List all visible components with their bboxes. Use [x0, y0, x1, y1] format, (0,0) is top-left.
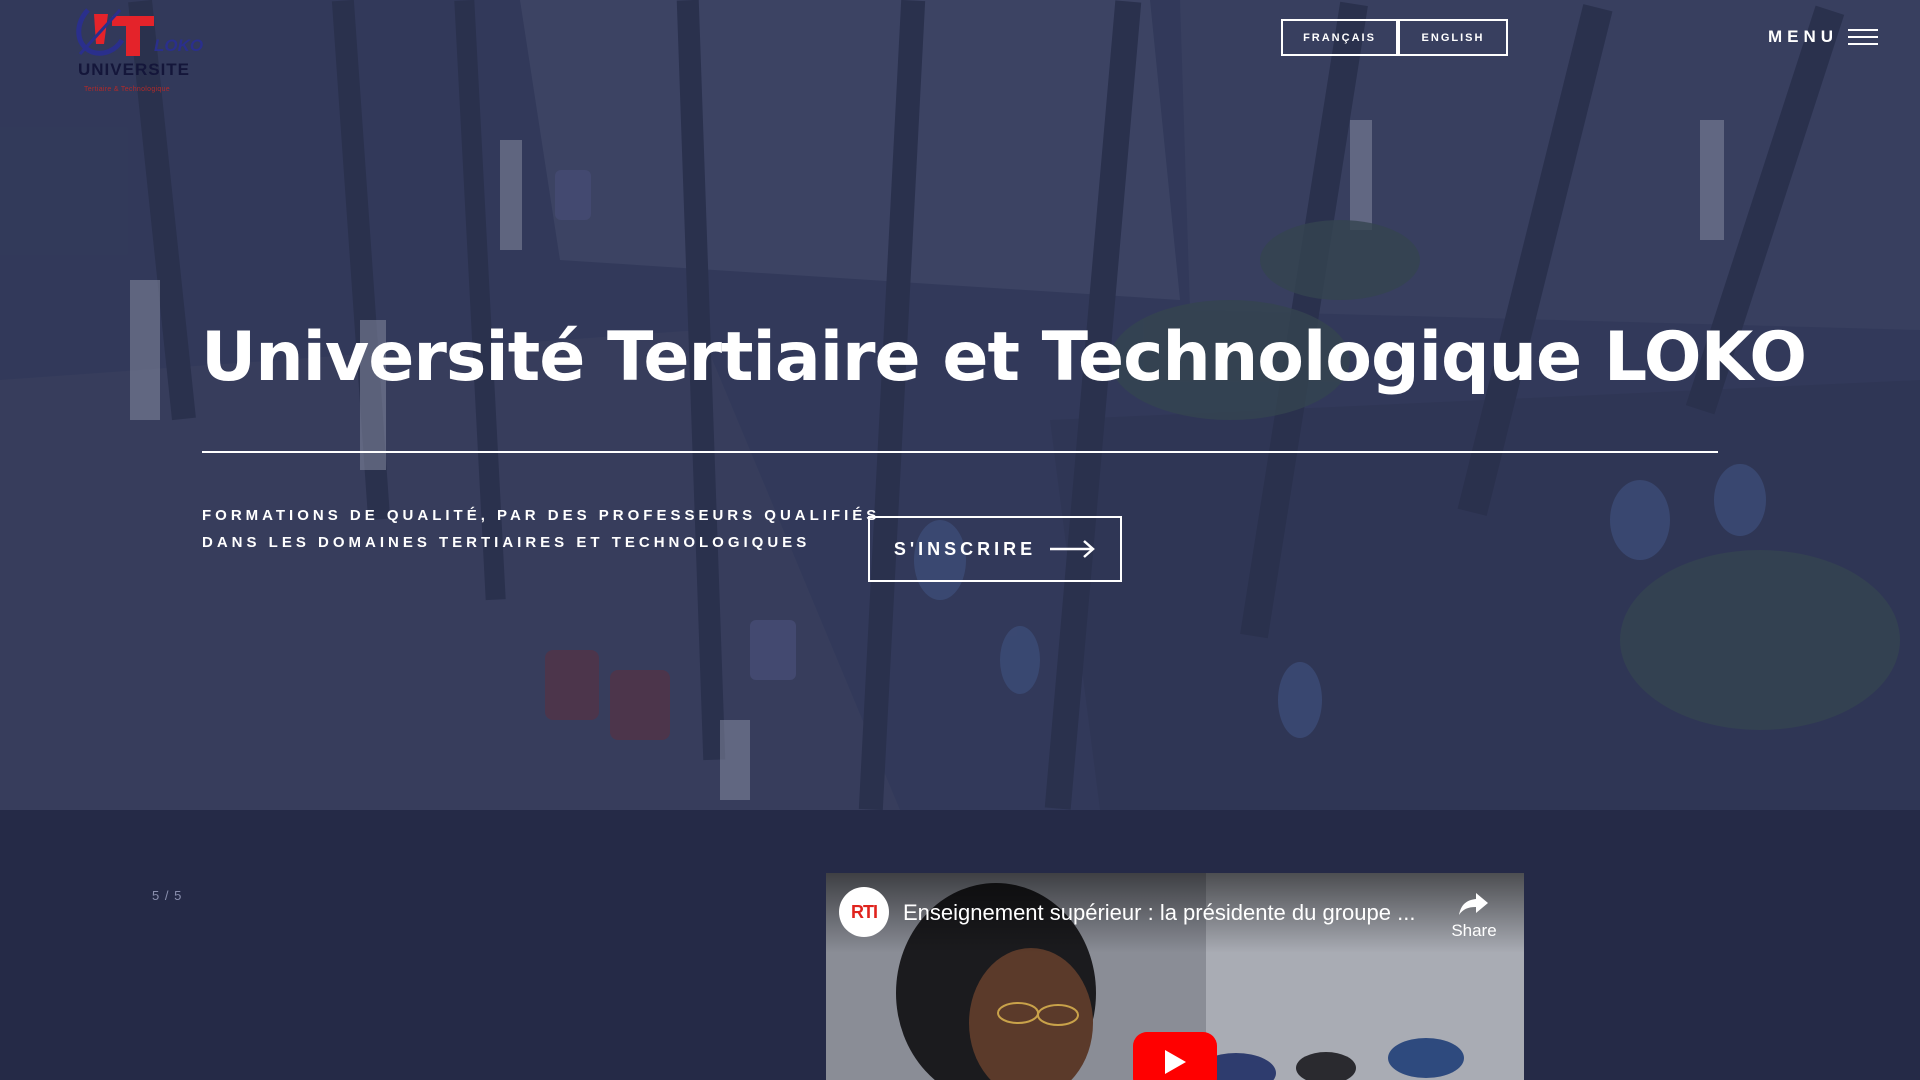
hamburger-icon [1848, 29, 1879, 45]
language-english-button[interactable]: ENGLISH [1398, 19, 1508, 56]
channel-avatar[interactable]: RTI [839, 887, 889, 937]
share-label: Share [1451, 921, 1497, 940]
hero-overlay [0, 0, 1920, 810]
hero-tagline-line-2: DANS LES DOMAINES TERTIAIRES ET TECHNOLO… [202, 534, 811, 551]
hero-title: Université Tertiaire et Technologique LO… [201, 318, 1807, 397]
language-french-button[interactable]: FRANÇAIS [1281, 19, 1398, 56]
university-logo[interactable]: LOKO UNIVERSITE Tertiaire & Technologiqu… [72, 4, 214, 96]
menu-label: MENU [1768, 27, 1839, 46]
share-icon [1459, 893, 1488, 915]
language-switcher: FRANÇAIS ENGLISH [1281, 19, 1508, 56]
logo-name-text: UNIVERSITE [78, 60, 191, 79]
menu-button[interactable]: MENU [1768, 27, 1879, 47]
hero-tagline-line-1: FORMATIONS DE QUALITÉ, PAR DES PROFESSEU… [202, 507, 881, 524]
arrow-right-icon [1050, 540, 1096, 558]
logo-brand-text: LOKO [154, 36, 204, 55]
hero-divider [202, 451, 1718, 453]
channel-name: RTI [851, 901, 878, 922]
register-button-label: S'INSCRIRE [893, 538, 1037, 559]
share-button[interactable]: Share [1444, 891, 1504, 941]
register-button[interactable]: S'INSCRIRE [868, 516, 1122, 582]
youtube-video-embed[interactable]: RTI Enseignement supérieur : la présiden… [826, 873, 1524, 1080]
hero-tagline: FORMATIONS DE QUALITÉ, PAR DES PROFESSEU… [202, 502, 881, 556]
play-button[interactable] [1133, 1032, 1217, 1080]
logo-subtitle-text: Tertiaire & Technologique [84, 86, 170, 93]
video-title[interactable]: Enseignement supérieur : la présidente d… [903, 900, 1415, 926]
slide-counter: 5 / 5 [152, 888, 183, 903]
play-icon [1165, 1050, 1186, 1074]
hero-section [0, 0, 1920, 810]
logo-mark-icon [76, 8, 154, 56]
